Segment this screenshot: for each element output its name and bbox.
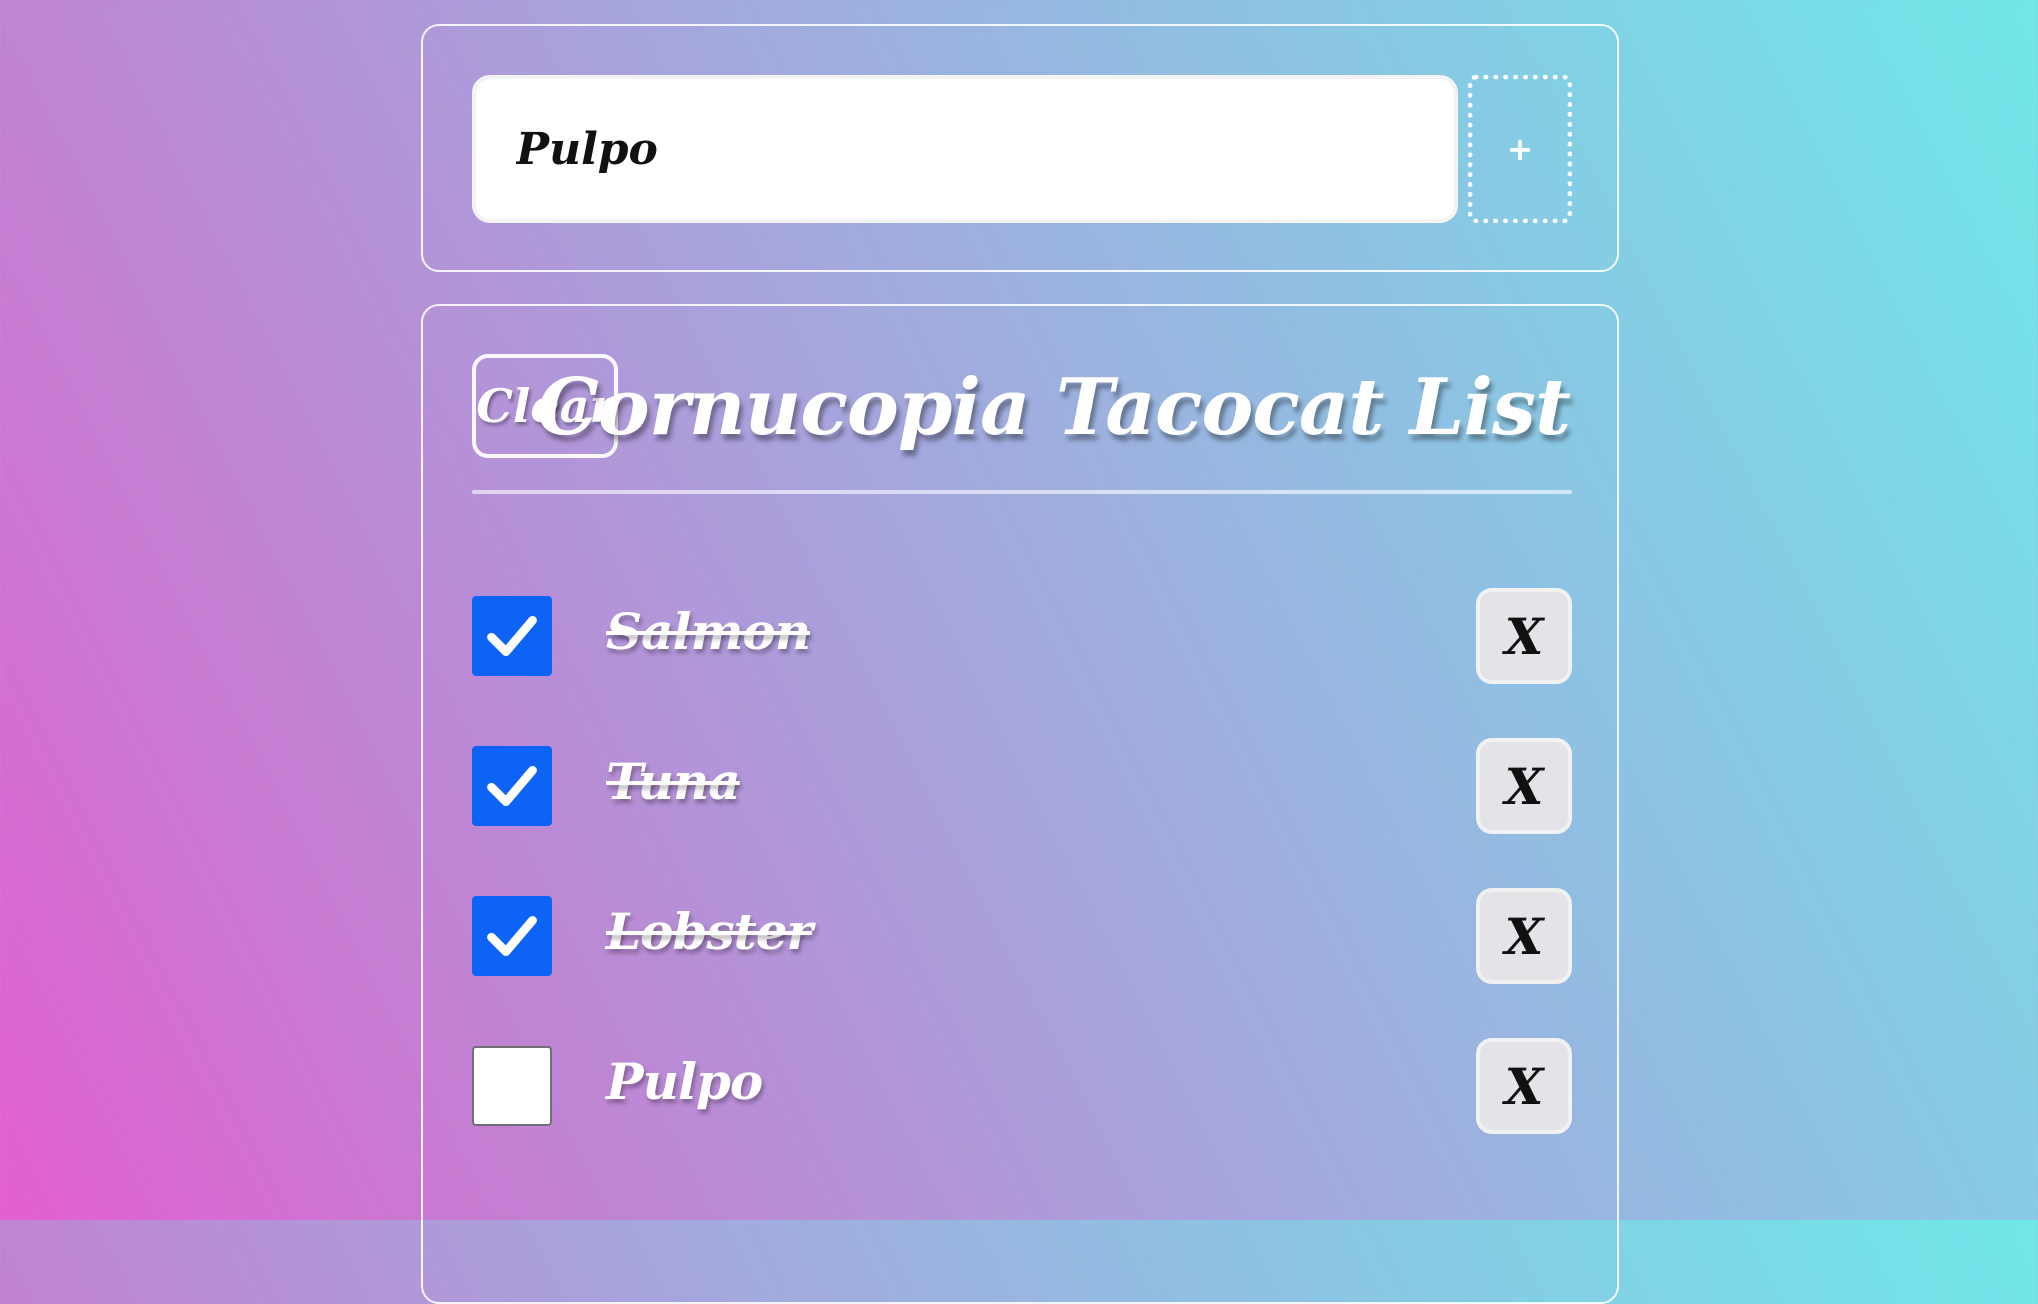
item-label: Pulpo: [606, 1052, 763, 1111]
item-label: Salmon: [606, 602, 811, 661]
item-label: Lobster: [606, 902, 813, 961]
item-checkbox[interactable]: [472, 746, 552, 826]
delete-item-button[interactable]: X: [1476, 888, 1572, 984]
list-title: Cornucopia Tacocat List: [536, 362, 1571, 453]
add-item-button-label: +: [1506, 130, 1534, 168]
item-label: Tuna: [606, 752, 741, 811]
list-item: Salmon X: [472, 588, 1572, 684]
list-item: Lobster X: [472, 888, 1572, 984]
new-item-input[interactable]: [472, 75, 1458, 223]
item-checkbox[interactable]: [472, 596, 552, 676]
checkmark-icon: [487, 615, 537, 657]
checkmark-icon: [487, 765, 537, 807]
delete-item-button-label: X: [1504, 1056, 1544, 1116]
item-checkbox[interactable]: [472, 1046, 552, 1126]
header-divider: [472, 490, 1572, 494]
list-panel: Clear Cornucopia Tacocat List Salmon X T…: [421, 304, 1619, 1304]
list-item: Tuna X: [472, 738, 1572, 834]
add-item-button[interactable]: +: [1468, 75, 1572, 223]
delete-item-button[interactable]: X: [1476, 1038, 1572, 1134]
delete-item-button[interactable]: X: [1476, 588, 1572, 684]
delete-item-button[interactable]: X: [1476, 738, 1572, 834]
item-checkbox[interactable]: [472, 896, 552, 976]
list-item: Pulpo X: [472, 1038, 1572, 1134]
delete-item-button-label: X: [1504, 756, 1544, 816]
checkmark-icon: [487, 915, 537, 957]
delete-item-button-label: X: [1504, 906, 1544, 966]
delete-item-button-label: X: [1504, 606, 1544, 666]
add-item-panel: +: [421, 24, 1619, 272]
